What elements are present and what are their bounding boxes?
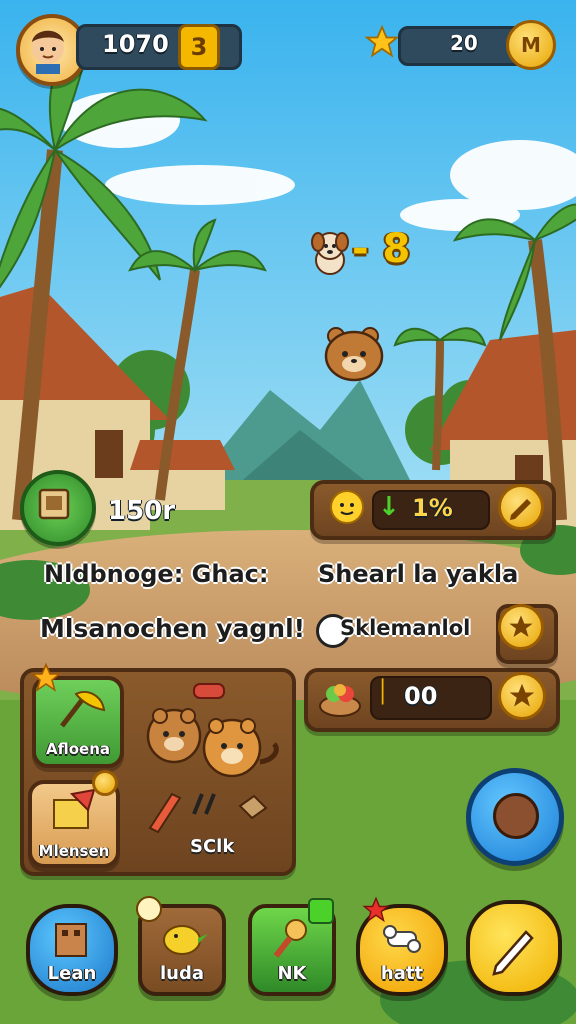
action-button[interactable] (466, 768, 564, 866)
sun-icon (326, 486, 368, 528)
pencil-icon (510, 499, 531, 520)
basket-icon (316, 672, 364, 720)
nav-nk-label: NK (277, 963, 307, 984)
nav-lean-button[interactable]: Lean (26, 904, 118, 996)
star-coin-button[interactable] (498, 604, 544, 650)
basket-count-value: 00 (404, 682, 438, 710)
quest-subtitle: Sklemanlol (340, 616, 471, 640)
falling-bear-icon (320, 324, 388, 386)
star-badge-icon (30, 662, 62, 694)
stars-coin-button[interactable]: M (506, 20, 556, 70)
pencil-icon-large (492, 930, 534, 976)
tools-icon (148, 792, 268, 834)
score-badge[interactable]: 3 (178, 24, 220, 70)
brush-icon: │ (376, 680, 390, 705)
nav-nk-badge-icon (308, 898, 334, 924)
inventory-item-tools-label: SClk (190, 836, 235, 857)
crate-icon (55, 923, 87, 957)
status-line-1: Nldbnoge: Ghac: (44, 560, 269, 588)
status-line-2: Mlsanochen yagnl! (40, 614, 306, 643)
arrow-down-icon: ↓ (378, 492, 400, 522)
score-badge-label: 3 (190, 33, 208, 61)
inventory-item-axe-label: Afloena (45, 740, 110, 758)
basket-star-button[interactable] (498, 672, 546, 720)
progress-value: 1% (412, 494, 453, 522)
nav-luda-label: luda (159, 963, 204, 984)
notification-badge (92, 770, 118, 796)
star-icon (364, 24, 400, 60)
score-value: 1070 (102, 30, 169, 58)
nav-edit-button[interactable] (466, 900, 562, 996)
nav-hatt-badge-icon (362, 896, 390, 924)
seed-icon (493, 793, 539, 839)
nav-lean-label: Lean (47, 963, 97, 984)
stars-coin-label: M (521, 33, 541, 57)
star-icon-small (509, 615, 533, 637)
star-icon-basket (509, 683, 535, 707)
stars-value: 20 (450, 31, 478, 55)
map-icon (38, 488, 70, 520)
equation-label: - 8 (352, 226, 411, 272)
inventory-item-letter-label: Mlensen (38, 842, 110, 860)
pet-pair-icon (134, 676, 284, 786)
puppy-icon (306, 226, 354, 278)
edit-coin-button[interactable] (498, 484, 544, 530)
map-button[interactable] (20, 470, 96, 546)
nav-luda-flower-icon (136, 896, 162, 922)
nav-hatt-label: hatt (380, 963, 424, 984)
counter-value: 150r (108, 496, 176, 526)
player-face-icon (32, 30, 64, 74)
inventory-item-tools[interactable]: SClk (136, 784, 282, 862)
quest-title: Shearl la yakla (318, 560, 519, 588)
